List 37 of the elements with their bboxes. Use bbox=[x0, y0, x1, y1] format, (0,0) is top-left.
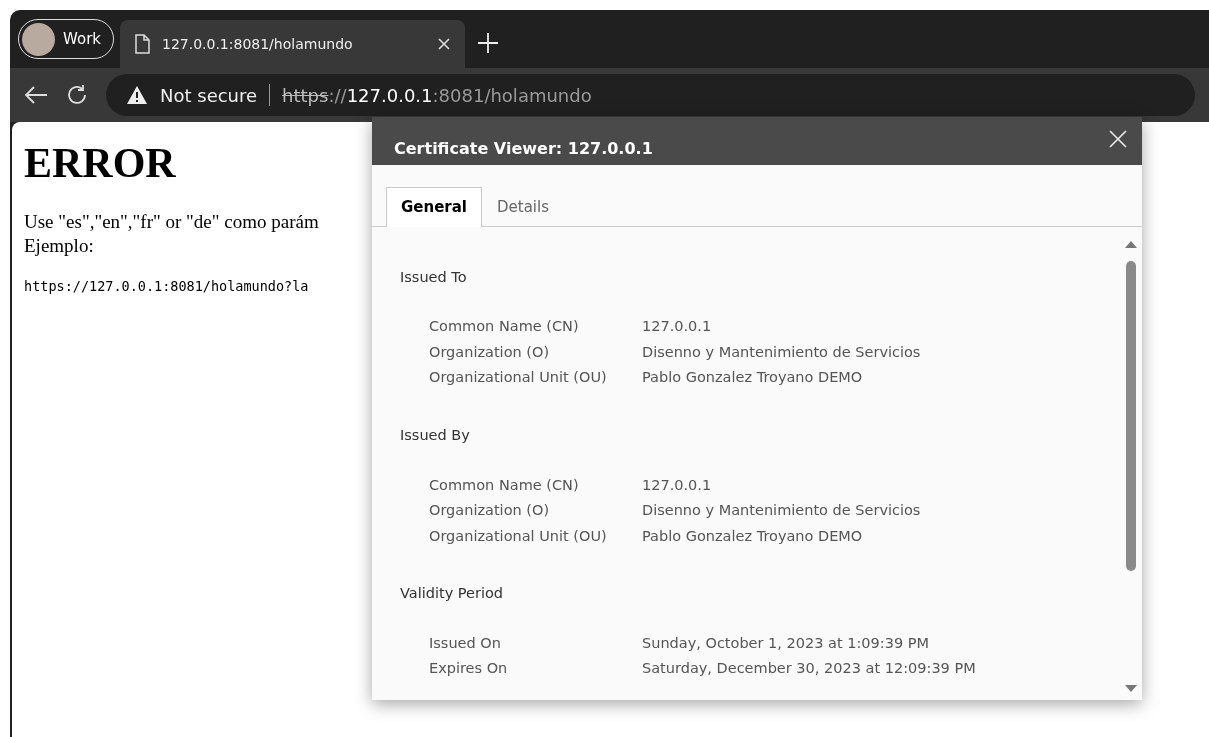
field-label: Issued On bbox=[429, 633, 502, 653]
dialog-tab[interactable]: Details bbox=[482, 187, 564, 227]
tab-title: 127.0.0.1:8081/holamundo bbox=[162, 34, 354, 54]
field-label: Common Name (CN) bbox=[429, 317, 580, 337]
field-label: Expires On bbox=[429, 659, 509, 679]
field-value: Pablo Gonzalez Troyano DEMO bbox=[642, 368, 863, 388]
close-icon[interactable] bbox=[1108, 129, 1128, 149]
instruction-text: Use "es","en","fr" or "de" como parám Ejemplo: bbox=[24, 210, 319, 259]
field-label: Common Name (CN) bbox=[429, 475, 580, 495]
field-value: Saturday, December 30, 2023 at 12:09:39 PM bbox=[642, 659, 976, 679]
section-title: Issued To bbox=[400, 267, 468, 287]
field-value: Pablo Gonzalez Troyano DEMO bbox=[642, 526, 863, 546]
field-value: 127.0.0.1 bbox=[642, 317, 712, 337]
section-title: Issued By bbox=[400, 425, 471, 445]
security-label[interactable]: Not secure bbox=[160, 81, 258, 109]
section-title: Validity Period bbox=[400, 584, 505, 603]
new-tab-icon[interactable] bbox=[477, 32, 499, 54]
close-icon[interactable] bbox=[437, 37, 451, 51]
page-heading: ERROR bbox=[24, 139, 176, 188]
avatar-icon bbox=[22, 22, 55, 56]
field-label: Organization (O) bbox=[429, 501, 551, 520]
page-icon bbox=[134, 34, 150, 54]
browser-tab[interactable]: 127.0.0.1:8081/holamundo bbox=[120, 20, 465, 68]
example-url: https://127.0.0.1:8081/holamundo?la bbox=[24, 277, 309, 297]
field-value: Sunday, October 1, 2023 at 1:09:39 PM bbox=[642, 633, 929, 653]
field-value: 127.0.0.1 bbox=[642, 475, 712, 495]
field-label: Organization (O) bbox=[429, 342, 551, 362]
dialog-tab[interactable]: General bbox=[386, 187, 482, 227]
dialog-title: Certificate Viewer: 127.0.0.1 bbox=[394, 138, 653, 160]
field-value: Disenno y Mantenimiento de Servicios bbox=[642, 342, 921, 362]
url-text[interactable]: https://127.0.0.1:8081/holamundo bbox=[282, 81, 592, 109]
field-label: Organizational Unit (OU) bbox=[429, 368, 608, 388]
reload-icon[interactable] bbox=[66, 84, 88, 106]
field-value: Disenno y Mantenimiento de Servicios bbox=[642, 501, 921, 520]
back-icon[interactable] bbox=[24, 85, 48, 105]
warning-icon[interactable] bbox=[126, 85, 148, 105]
field-label: Organizational Unit (OU) bbox=[429, 526, 608, 546]
